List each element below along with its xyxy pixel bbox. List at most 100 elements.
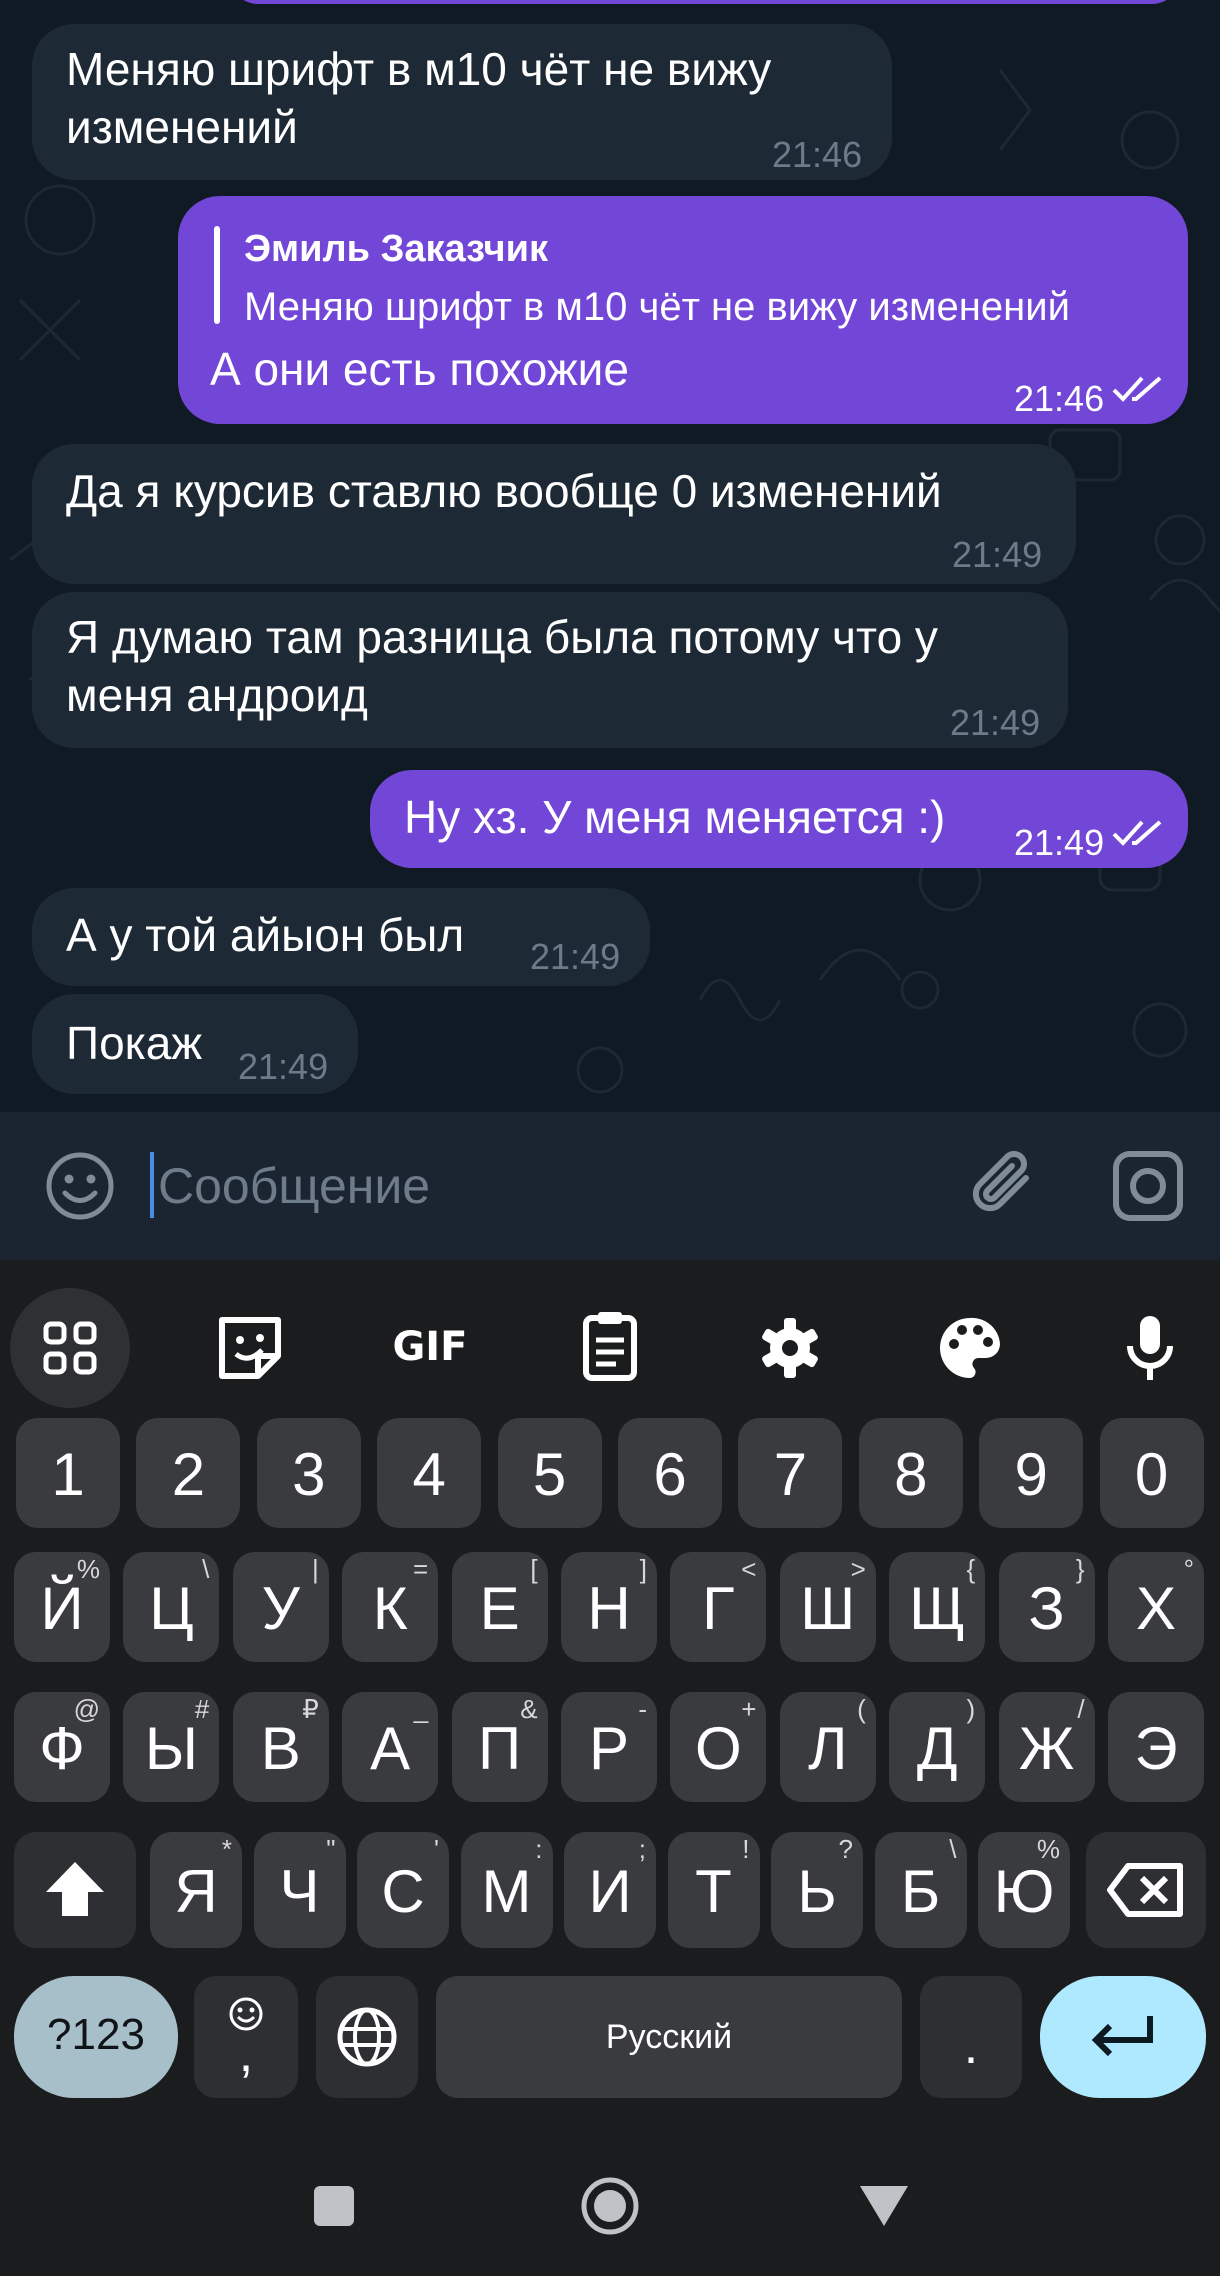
key-е[interactable]: Е[ bbox=[451, 1552, 548, 1662]
key-label: 0 bbox=[1134, 1441, 1169, 1508]
shift-key[interactable] bbox=[14, 1832, 136, 1948]
theme-palette-icon[interactable] bbox=[910, 1288, 1030, 1408]
recents-icon[interactable] bbox=[312, 2184, 356, 2228]
key-к[interactable]: К = bbox=[342, 1552, 439, 1662]
key-ш[interactable]: Ш > bbox=[779, 1552, 876, 1662]
key-л[interactable]: Л( bbox=[779, 1692, 876, 1802]
key-р[interactable]: Р- bbox=[561, 1692, 657, 1802]
message-bubble-incoming[interactable]: А у той айыон был 21:49 bbox=[32, 888, 650, 986]
key-ц[interactable]: Ц \ bbox=[123, 1552, 220, 1662]
message-text: Ну хз. У меня меняется :) bbox=[404, 791, 946, 843]
message-bubble-outgoing[interactable]: Эмиль Заказчик Меняю шрифт в м10 чёт не … bbox=[178, 196, 1188, 424]
key-9[interactable]: 9 bbox=[979, 1418, 1084, 1528]
backspace-key[interactable] bbox=[1086, 1832, 1206, 1948]
key-label: И bbox=[588, 1858, 632, 1925]
key-ь[interactable]: Ь? bbox=[771, 1832, 863, 1948]
key-м[interactable]: М: bbox=[460, 1832, 553, 1948]
space-key-label: Русский bbox=[605, 2018, 733, 2056]
key-label: Э bbox=[1134, 1715, 1178, 1782]
key-б[interactable]: Б \ bbox=[874, 1832, 967, 1948]
key-hint: | bbox=[312, 1554, 319, 1584]
key-0[interactable]: 0 bbox=[1099, 1418, 1204, 1528]
key-с[interactable]: С ' bbox=[357, 1832, 449, 1948]
clipboard-icon[interactable] bbox=[550, 1288, 670, 1408]
back-icon[interactable] bbox=[858, 2184, 910, 2228]
emoji-icon[interactable] bbox=[44, 1150, 116, 1222]
key-д[interactable]: Д) bbox=[889, 1692, 986, 1802]
key-hint: @ bbox=[73, 1694, 100, 1724]
key-1[interactable]: 1 bbox=[16, 1418, 120, 1528]
key-п[interactable]: П & bbox=[451, 1692, 548, 1802]
apps-grid-icon[interactable] bbox=[10, 1288, 130, 1408]
key-ч[interactable]: Ч " bbox=[253, 1832, 346, 1948]
key-label: 8 bbox=[894, 1441, 928, 1508]
key-ы[interactable]: Ы # bbox=[123, 1692, 220, 1802]
key-и[interactable]: И; bbox=[564, 1832, 656, 1948]
message-bubble-outgoing-cropped[interactable] bbox=[230, 0, 1180, 4]
key-я[interactable]: Я * bbox=[150, 1832, 242, 1948]
key-э[interactable]: Э bbox=[1108, 1692, 1204, 1802]
chat-area[interactable]: Меняю шрифт в м10 чёт не вижу изменений … bbox=[0, 0, 1220, 1112]
period-key[interactable]: . bbox=[920, 1976, 1022, 2098]
key-label: 2 bbox=[171, 1441, 206, 1508]
key-у[interactable]: У | bbox=[232, 1552, 329, 1662]
key-7[interactable]: 7 bbox=[738, 1418, 843, 1528]
key-н[interactable]: Н] bbox=[561, 1552, 657, 1662]
key-в[interactable]: В ₽ bbox=[232, 1692, 329, 1802]
symbols-key[interactable]: ?123 bbox=[14, 1976, 178, 2098]
language-key[interactable] bbox=[316, 1976, 418, 2098]
key-label: Я bbox=[174, 1858, 218, 1925]
key-о[interactable]: О + bbox=[670, 1692, 767, 1802]
home-icon[interactable] bbox=[580, 2176, 640, 2236]
reply-quote-bar bbox=[214, 226, 220, 324]
key-з[interactable]: З} bbox=[998, 1552, 1095, 1662]
message-bubble-outgoing[interactable]: Ну хз. У меня меняется :) 21:49 bbox=[370, 770, 1188, 868]
key-3[interactable]: 3 bbox=[256, 1418, 361, 1528]
key-х[interactable]: Х ° bbox=[1108, 1552, 1204, 1662]
message-text: Да я курсив ставлю вообще 0 изменений bbox=[66, 465, 942, 517]
camera-icon[interactable] bbox=[1112, 1150, 1184, 1222]
key-label: 6 bbox=[653, 1441, 687, 1508]
settings-icon[interactable] bbox=[730, 1288, 850, 1408]
space-key[interactable]: Русский bbox=[436, 1976, 902, 2098]
message-time: 21:49 bbox=[530, 936, 621, 977]
gif-icon[interactable]: GIF bbox=[370, 1288, 490, 1408]
key-hint: ; bbox=[638, 1834, 646, 1864]
key-ю[interactable]: Ю% bbox=[978, 1832, 1070, 1948]
enter-key[interactable] bbox=[1040, 1976, 1206, 2098]
message-text-line: Я думаю там разница была потому что у bbox=[66, 611, 938, 663]
comma-emoji-key[interactable]: , bbox=[194, 1976, 298, 2098]
key-т[interactable]: Т! bbox=[667, 1832, 760, 1948]
message-bubble-incoming[interactable]: Да я курсив ставлю вообще 0 изменений 21… bbox=[32, 444, 1076, 584]
key-4[interactable]: 4 bbox=[377, 1418, 482, 1528]
paperclip-icon[interactable] bbox=[970, 1148, 1040, 1224]
reply-quote-text[interactable]: Меняю шрифт в м10 чёт не вижу изменений bbox=[244, 278, 1070, 336]
message-time: 21:49 bbox=[1014, 822, 1105, 863]
key-6[interactable]: 6 bbox=[618, 1418, 722, 1528]
key-ф[interactable]: Ф @ bbox=[14, 1692, 110, 1802]
message-bubble-incoming[interactable]: Меняю шрифт в м10 чёт не вижу изменений … bbox=[32, 24, 892, 180]
key-щ[interactable]: Щ{ bbox=[889, 1552, 986, 1662]
key-г[interactable]: Г < bbox=[670, 1552, 767, 1662]
reply-quote-author[interactable]: Эмиль Заказчик bbox=[244, 220, 548, 278]
key-а[interactable]: А _ bbox=[342, 1692, 439, 1802]
key-hint: % bbox=[1036, 1834, 1060, 1864]
key-5[interactable]: 5 bbox=[497, 1418, 602, 1528]
key-ж[interactable]: Ж / bbox=[998, 1692, 1095, 1802]
sticker-icon[interactable] bbox=[190, 1288, 310, 1408]
key-hint: ) bbox=[966, 1694, 976, 1724]
key-hint: " bbox=[326, 1834, 336, 1864]
key-й[interactable]: Й% bbox=[14, 1552, 110, 1662]
message-input[interactable] bbox=[156, 1142, 960, 1230]
key-2[interactable]: 2 bbox=[136, 1418, 241, 1528]
message-bubble-incoming[interactable]: Я думаю там разница была потому что у ме… bbox=[32, 592, 1068, 748]
shift-icon bbox=[46, 1862, 104, 1916]
mic-icon[interactable] bbox=[1090, 1288, 1210, 1408]
symbols-key-label: ?123 bbox=[47, 2010, 145, 2059]
key-label: М bbox=[481, 1858, 532, 1925]
message-text: А они есть похожие bbox=[210, 343, 629, 395]
key-8[interactable]: 8 bbox=[858, 1418, 963, 1528]
key-hint: ( bbox=[857, 1694, 866, 1724]
message-bubble-incoming[interactable]: Покаж 21:49 bbox=[32, 994, 358, 1094]
key-label: 1 bbox=[51, 1441, 85, 1508]
